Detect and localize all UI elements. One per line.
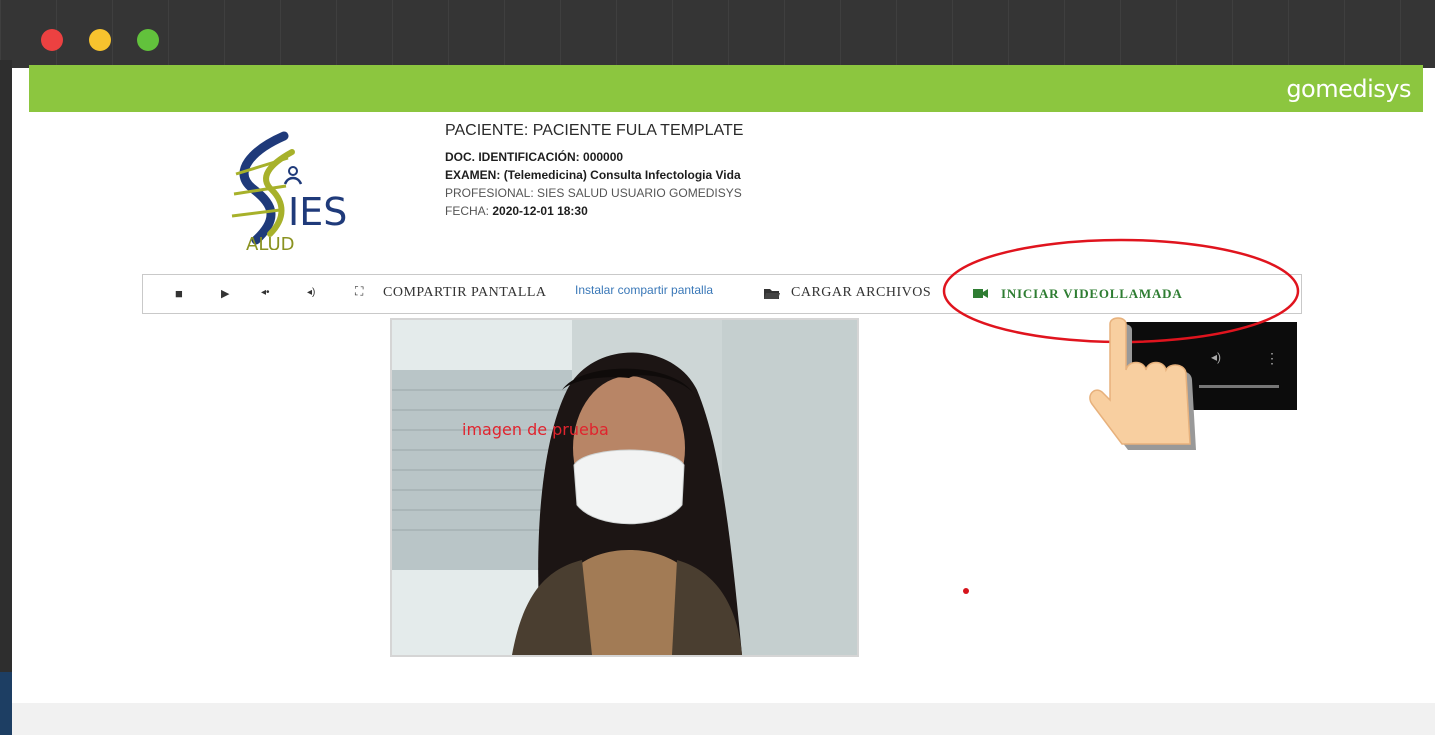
upload-files-button[interactable]: CARGAR ARCHIVOS (791, 285, 931, 301)
volume-down-icon[interactable]: ◂• (261, 287, 270, 298)
logo-text-ies: IES (288, 190, 347, 234)
doc-id-value: 000000 (583, 150, 624, 164)
volume-up-icon[interactable]: ◂) (307, 287, 315, 298)
player-more-icon[interactable]: ⋮ (1265, 350, 1279, 367)
folder-icon (764, 289, 780, 299)
close-window-button[interactable] (41, 29, 63, 51)
brand-logo: gomedisys (1286, 75, 1411, 103)
exam-value: (Telemedicina) Consulta Infectologia Vid… (503, 168, 741, 182)
patient-name: PACIENTE: PACIENTE FULA TEMPLATE (445, 122, 744, 139)
install-share-screen-link[interactable]: Instalar compartir pantalla (575, 283, 713, 297)
logo-text-alud: ALUD (246, 234, 294, 250)
play-icon[interactable]: ▶ (221, 287, 229, 300)
pointing-hand-icon (1089, 317, 1196, 450)
window-left-edge (0, 60, 12, 735)
red-marker-dot (963, 588, 969, 594)
window-titlebar (0, 0, 1435, 68)
maximize-window-button[interactable] (137, 29, 159, 51)
sies-salud-logo: IES ALUD (231, 131, 347, 250)
professional-line: PROFESIONAL: SIES SALUD USUARIO GOMEDISY… (445, 186, 742, 200)
share-screen-button[interactable]: COMPARTIR PANTALLA (383, 285, 547, 301)
patient-info-panel: PACIENTE: PACIENTE FULA TEMPLATE DOC. ID… (445, 122, 743, 220)
minimize-window-button[interactable] (89, 29, 111, 51)
stop-icon[interactable]: ■ (175, 286, 183, 301)
app-header-bar: gomedisys (29, 65, 1423, 112)
page-footer (12, 703, 1435, 735)
player-progress-bar[interactable] (1199, 385, 1279, 388)
doc-id-label: DOC. IDENTIFICACIÓN: (445, 150, 580, 164)
date-value: 2020-12-01 18:30 (492, 204, 588, 218)
taskbar-edge (0, 672, 12, 735)
player-volume-icon[interactable]: ◂) (1211, 350, 1221, 364)
date-label: FECHA: (445, 204, 490, 218)
exam-label: EXAMEN: (445, 168, 501, 182)
video-overlay-text: imagen de prueba (462, 420, 609, 439)
video-feed: imagen de prueba (390, 318, 859, 657)
fullscreen-icon[interactable]: ⛶ (355, 284, 363, 299)
video-frame-image (392, 320, 857, 655)
